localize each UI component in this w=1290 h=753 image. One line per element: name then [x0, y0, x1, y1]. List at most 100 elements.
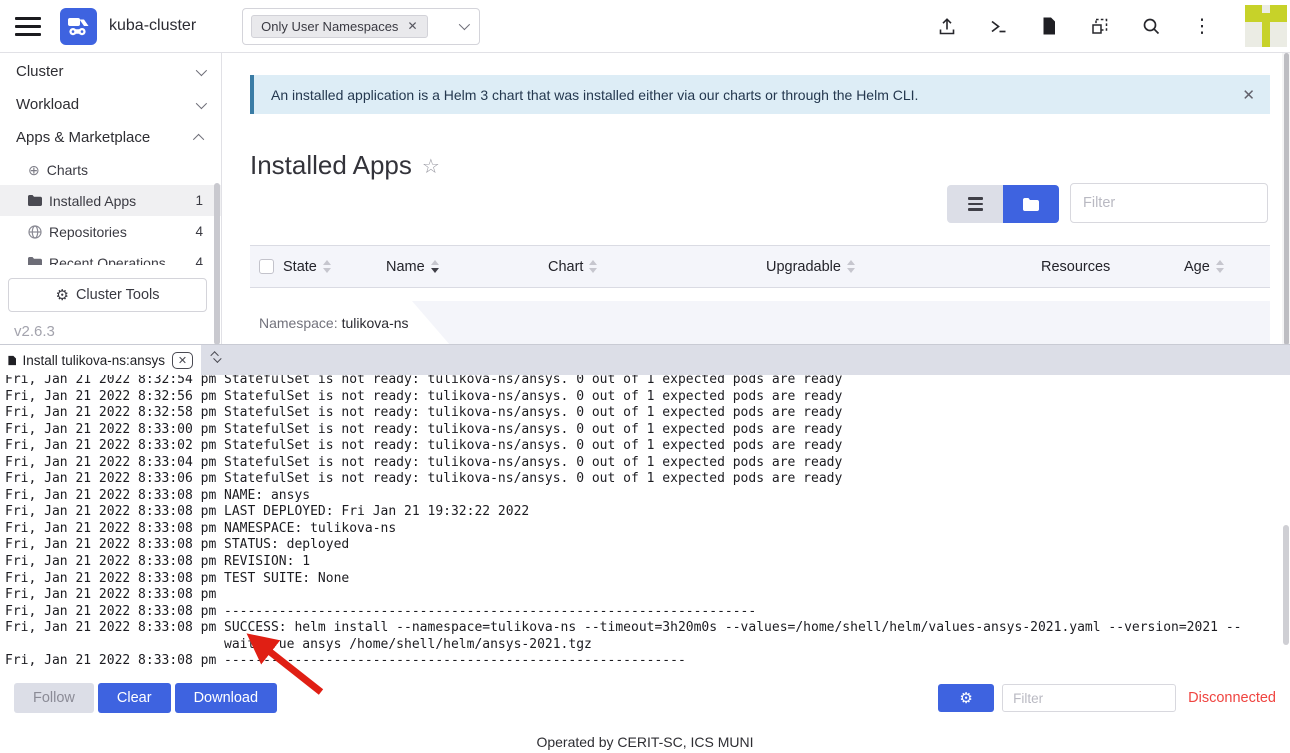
cluster-tools-label: Cluster Tools: [76, 287, 160, 303]
namespace-filter-tag[interactable]: Only User Namespaces ✕: [251, 15, 427, 38]
log-output[interactable]: Fri, Jan 21 2022 8:32:54 pm StatefulSet …: [0, 375, 1290, 678]
log-message: NAMESPACE: tulikova-ns: [224, 521, 1280, 538]
rancher-version: v2.6.3: [14, 323, 55, 340]
sort-icon-active: [431, 260, 439, 273]
close-tab-icon[interactable]: ✕: [172, 352, 193, 369]
favorite-star-icon[interactable]: ☆: [422, 154, 440, 178]
log-timestamp: Fri, Jan 21 2022 8:33:08 pm: [5, 521, 224, 538]
sidebar-group-apps-marketplace[interactable]: Apps & Marketplace: [0, 121, 221, 154]
chevron-down-icon: [213, 355, 221, 363]
info-banner-text: An installed application is a Helm 3 cha…: [271, 87, 918, 103]
log-message: ----------------------------------------…: [224, 653, 1280, 670]
folder-icon: [1023, 198, 1039, 211]
log-line: Fri, Jan 21 2022 8:33:08 pm ------------…: [5, 604, 1280, 621]
gear-icon: ⚙: [959, 691, 972, 706]
chevron-down-icon: [459, 19, 470, 30]
log-timestamp: Fri, Jan 21 2022 8:32:58 pm: [5, 405, 224, 422]
search-icon[interactable]: [1141, 16, 1161, 36]
sidebar-item-installed-apps[interactable]: Installed Apps 1: [0, 185, 221, 216]
sidebar-group-workload[interactable]: Workload: [0, 88, 221, 121]
apps-filter-input[interactable]: [1070, 183, 1268, 223]
log-message: StatefulSet is not ready: tulikova-ns/an…: [224, 455, 1280, 472]
sidebar-item-label: Charts: [47, 162, 88, 178]
list-view-button[interactable]: [947, 185, 1003, 223]
select-all-checkbox[interactable]: [259, 246, 274, 287]
file-icon[interactable]: [1039, 16, 1059, 36]
cluster-tools-button[interactable]: ⚙ Cluster Tools: [8, 278, 207, 312]
log-timestamp: Fri, Jan 21 2022 8:33:04 pm: [5, 455, 224, 472]
log-timestamp: Fri, Jan 21 2022 8:33:00 pm: [5, 422, 224, 439]
log-settings-button[interactable]: ⚙: [938, 684, 994, 712]
install-log-tab[interactable]: Install tulikova-ns:ansys ✕: [0, 345, 201, 375]
sidebar-group-label: Cluster: [16, 63, 64, 80]
page-scrollbar[interactable]: [1282, 53, 1290, 345]
gear-icon: ⚙: [56, 288, 69, 303]
log-line: Fri, Jan 21 2022 8:33:04 pm StatefulSet …: [5, 455, 1280, 472]
sort-icon: [323, 260, 331, 273]
log-timestamp: Fri, Jan 21 2022 8:33:08 pm: [5, 571, 224, 588]
column-header-chart[interactable]: Chart: [548, 246, 597, 287]
hamburger-menu-icon[interactable]: [15, 17, 41, 36]
sidebar-item-charts[interactable]: ⊕ Charts: [0, 154, 221, 185]
chevron-down-icon: [196, 97, 207, 108]
banner-close-icon[interactable]: ✕: [1242, 86, 1255, 104]
clear-button[interactable]: Clear: [98, 683, 171, 713]
drawer-resize-handle[interactable]: [213, 351, 219, 366]
user-avatar[interactable]: [1245, 5, 1287, 47]
sidebar-group-cluster[interactable]: Cluster: [0, 55, 221, 88]
log-toolbar-right: ⚙ Disconnected: [938, 684, 1276, 712]
remove-namespace-filter-icon[interactable]: ✕: [407, 19, 417, 33]
page-footer: Operated by CERIT-SC, ICS MUNI: [0, 718, 1290, 753]
kebab-menu-icon[interactable]: ⋮: [1192, 16, 1212, 36]
globe-icon: [28, 225, 42, 239]
log-timestamp: Fri, Jan 21 2022 8:33:08 pm: [5, 554, 224, 571]
upload-icon[interactable]: [937, 16, 957, 36]
copy-icon[interactable]: [1090, 16, 1110, 36]
log-message: [224, 587, 1280, 604]
sort-icon: [589, 260, 597, 273]
log-scrollbar[interactable]: [1283, 525, 1289, 645]
log-timestamp: Fri, Jan 21 2022 8:33:08 pm: [5, 537, 224, 554]
log-line: Fri, Jan 21 2022 8:33:08 pm NAME: ansys: [5, 488, 1280, 505]
download-button[interactable]: Download: [175, 683, 278, 713]
window-manager-drawer: Install tulikova-ns:ansys ✕ Fri, Jan 21 …: [0, 345, 1290, 718]
info-banner: An installed application is a Helm 3 cha…: [250, 75, 1270, 114]
rancher-logo-icon: [66, 14, 92, 38]
log-message: StatefulSet is not ready: tulikova-ns/an…: [224, 471, 1280, 488]
follow-button[interactable]: Follow: [14, 683, 94, 713]
main-content: An installed application is a Helm 3 cha…: [223, 53, 1282, 345]
chevron-down-icon: [196, 64, 207, 75]
list-icon: [968, 197, 983, 211]
kubectl-shell-icon[interactable]: [988, 16, 1008, 36]
column-header-age[interactable]: Age: [1184, 246, 1224, 287]
log-message: TEST SUITE: None: [224, 571, 1280, 588]
log-message: StatefulSet is not ready: tulikova-ns/an…: [224, 375, 1280, 389]
checkbox[interactable]: [259, 259, 274, 274]
log-message: STATUS: deployed: [224, 537, 1280, 554]
sidebar-item-count: 4: [195, 224, 203, 239]
sidebar-item-repositories[interactable]: Repositories 4: [0, 216, 221, 247]
column-header-resources[interactable]: Resources: [1041, 246, 1110, 287]
sidebar-scrollbar[interactable]: [214, 183, 220, 345]
log-message: NAME: ansys: [224, 488, 1280, 505]
namespace-group-row: Namespace: tulikova-ns: [250, 301, 1270, 345]
sidebar-footer: ⚙ Cluster Tools v2.6.3: [0, 265, 220, 345]
column-header-name[interactable]: Name: [386, 246, 439, 287]
column-header-upgradable[interactable]: Upgradable: [766, 246, 855, 287]
log-filter-input[interactable]: [1002, 684, 1176, 712]
column-header-state[interactable]: State: [283, 246, 331, 287]
rancher-logo[interactable]: [60, 8, 97, 45]
log-line: Fri, Jan 21 2022 8:33:08 pm ------------…: [5, 653, 1280, 670]
log-message: StatefulSet is not ready: tulikova-ns/an…: [224, 422, 1280, 439]
log-line: Fri, Jan 21 2022 8:33:08 pm TEST SUITE: …: [5, 571, 1280, 588]
sidebar-item-label: Repositories: [49, 224, 127, 240]
log-message: LAST DEPLOYED: Fri Jan 21 19:32:22 2022: [224, 504, 1280, 521]
namespace-filter-dropdown[interactable]: Only User Namespaces ✕: [242, 8, 480, 45]
log-line: Fri, Jan 21 2022 8:33:08 pm LAST DEPLOYE…: [5, 504, 1280, 521]
namespace-filter-tag-label: Only User Namespaces: [261, 19, 398, 34]
rancher-app: kuba-cluster Only User Namespaces ✕: [0, 0, 1290, 753]
folder-view-button[interactable]: [1003, 185, 1059, 223]
log-line: Fri, Jan 21 2022 8:33:08 pm: [5, 587, 1280, 604]
sidebar-item-count: 1: [195, 193, 203, 208]
log-line: Fri, Jan 21 2022 8:33:00 pm StatefulSet …: [5, 422, 1280, 439]
